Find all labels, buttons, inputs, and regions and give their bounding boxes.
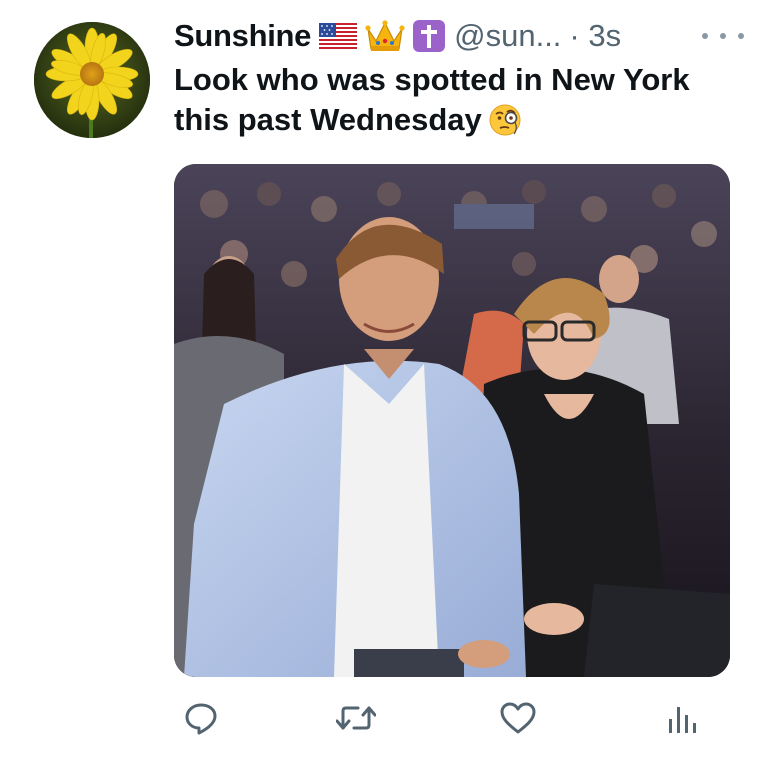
tweet-header: Sunshine @sun... · 3s bbox=[174, 14, 744, 58]
tweet-photo[interactable] bbox=[174, 164, 730, 677]
handle[interactable]: @sun... bbox=[454, 18, 561, 54]
tweet-action-bar bbox=[0, 690, 768, 750]
timestamp[interactable]: · 3s bbox=[569, 18, 621, 54]
views-icon[interactable] bbox=[662, 698, 702, 738]
latin-cross-icon bbox=[413, 20, 446, 52]
face-with-monocle-icon bbox=[488, 103, 522, 147]
sunflower-avatar-image bbox=[34, 22, 150, 138]
reply-icon[interactable] bbox=[181, 698, 221, 738]
avatar[interactable] bbox=[34, 22, 150, 138]
tweet-text: Look who was spotted in New York this pa… bbox=[174, 60, 744, 147]
tweet-body: Look who was spotted in New York this pa… bbox=[174, 62, 690, 137]
crown-icon bbox=[365, 19, 405, 53]
us-flag-icon bbox=[319, 23, 358, 49]
like-icon[interactable] bbox=[498, 698, 538, 738]
retweet-icon[interactable] bbox=[336, 698, 376, 738]
more-options-icon[interactable] bbox=[702, 25, 744, 47]
display-name[interactable]: Sunshine bbox=[174, 18, 311, 54]
photo-image bbox=[174, 164, 730, 677]
